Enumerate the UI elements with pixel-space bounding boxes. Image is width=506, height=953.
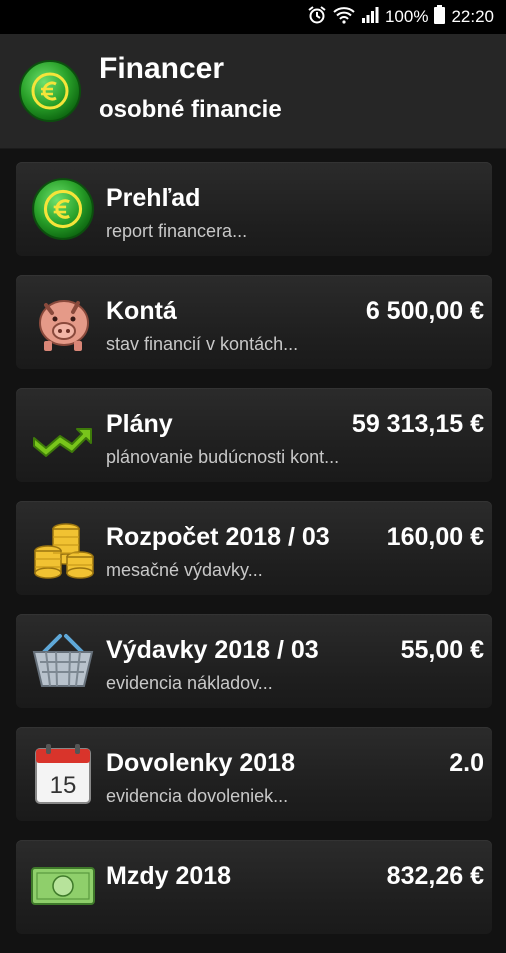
trend-arrow-icon [30,402,96,468]
app-title: Financer [99,52,225,85]
menu-item-title: Výdavky 2018 / 03 [106,636,319,664]
menu-item-subtitle: plánovanie budúcnosti kont... [106,447,340,467]
clock: 22:20 [451,7,494,26]
menu-item-subtitle: evidencia nákladov... [106,673,273,693]
status-bar: 100% 22:20 [0,0,506,34]
menu-item-subtitle: evidencia dovoleniek... [106,786,289,806]
piggy-bank-icon [30,289,96,355]
menu-item-plany[interactable]: Plány plánovanie budúcnosti kont... 59 3… [16,388,492,482]
menu-item-title: Prehľad [106,184,201,212]
menu-item-value: 160,00 € [386,523,484,551]
menu-item-mzdy[interactable]: Mzdy 2018 832,26 € [16,840,492,934]
menu-item-title: Kontá [106,297,177,325]
menu-item-title: Mzdy 2018 [106,862,232,890]
calendar-icon: 15 [30,741,96,807]
calendar-day: 15 [50,772,77,799]
menu-item-value: 55,00 € [400,636,484,664]
menu-item-value: 832,26 € [386,862,484,890]
menu-item-value: 2.0 [449,749,484,777]
shopping-basket-icon [30,628,96,694]
menu-item-vydavky[interactable]: Výdavky 2018 / 03 evidencia nákladov... … [16,614,492,708]
menu-item-value: 59 313,15 € [351,410,484,438]
menu-item-title: Dovolenky 2018 [106,749,295,777]
menu-item-konta[interactable]: Kontá stav financií v kontách... 6 500,0… [16,275,492,369]
app-subtitle: osobné financie [99,96,282,123]
battery-percent: 100% [384,7,429,26]
menu-item-title: Plány [106,410,173,438]
coins-stack-icon [30,515,96,581]
menu-list: Prehľad report financera... Kontá stav f… [16,162,492,953]
euro-coin-icon[interactable] [18,59,82,123]
euro-coin-icon [30,176,96,242]
banknote-icon [30,854,96,920]
menu-item-rozpocet[interactable]: Rozpočet 2018 / 03 mesačné výdavky... 16… [16,501,492,595]
menu-item-subtitle: stav financií v kontách... [106,334,299,354]
menu-item-dovolenky[interactable]: 15 Dovolenky 2018 evidencia dovoleniek..… [16,727,492,821]
menu-item-prehlad[interactable]: Prehľad report financera... [16,162,492,256]
wifi-icon [333,6,355,29]
menu-item-title: Rozpočet 2018 / 03 [106,523,330,551]
signal-icon [361,6,379,29]
app-header: Financer osobné financie [0,34,506,149]
alarm-icon [307,5,327,30]
menu-item-subtitle: report financera... [106,221,248,241]
menu-item-value: 6 500,00 € [365,297,484,325]
menu-item-subtitle: mesačné výdavky... [106,560,263,580]
battery-icon [434,5,446,29]
